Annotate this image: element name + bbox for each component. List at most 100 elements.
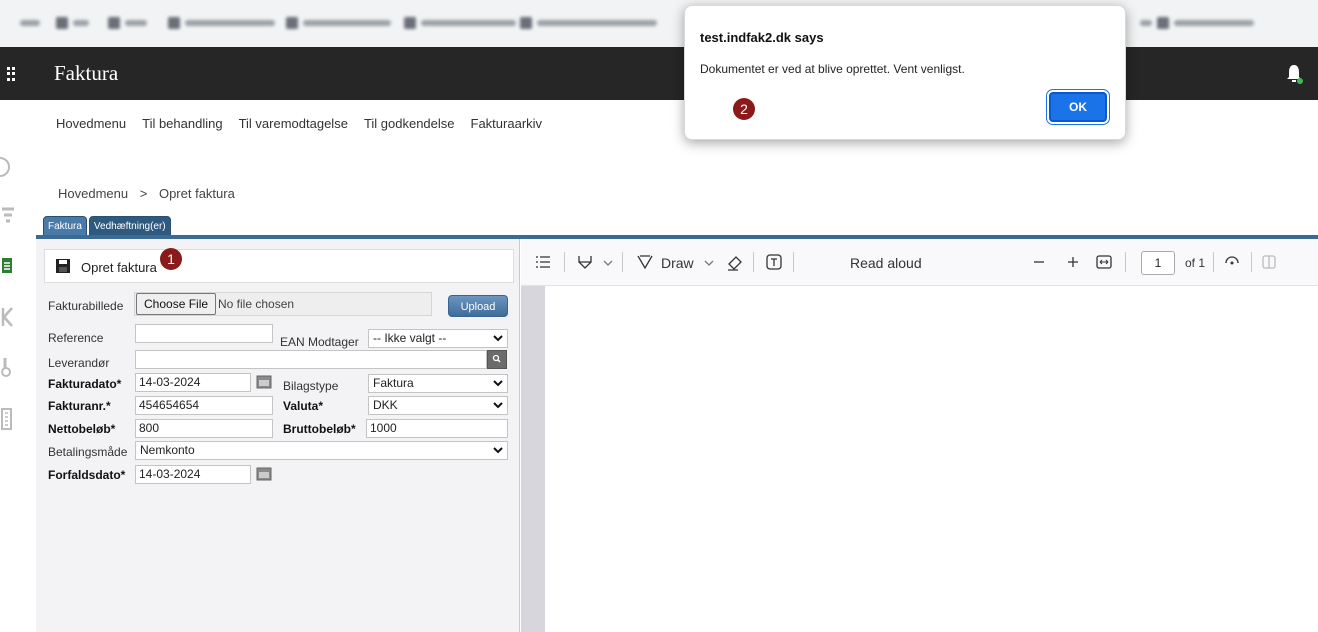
step-marker-1: 1: [160, 248, 182, 270]
chevron-down-icon: [493, 380, 503, 387]
reference-label: Reference: [48, 331, 104, 345]
panel-header: Opret faktura: [44, 249, 514, 283]
forfaldsdato-calendar-icon[interactable]: [256, 467, 272, 481]
toolbar-separator: [1213, 252, 1214, 272]
chevron-down-icon[interactable]: [704, 259, 714, 267]
toolbar-separator: [622, 252, 623, 272]
bookmark[interactable]: [56, 17, 89, 29]
page-number-input[interactable]: 1: [1141, 251, 1175, 275]
chevron-down-icon: [493, 335, 503, 342]
forfaldsdato-input[interactable]: 14-03-2024: [135, 465, 251, 484]
toolbar-separator: [1251, 252, 1252, 272]
zoom-out-icon[interactable]: [1033, 256, 1045, 268]
eraser-icon[interactable]: [726, 253, 744, 271]
bruttobelob-input[interactable]: 1000: [366, 419, 508, 438]
file-status-text: No file chosen: [218, 297, 295, 311]
text-box-icon[interactable]: [765, 253, 783, 271]
zoom-in-icon[interactable]: [1067, 256, 1079, 268]
page-count: of 1: [1185, 256, 1206, 270]
fakturadato-input[interactable]: 14-03-2024: [135, 373, 251, 392]
nettobelob-input[interactable]: 800: [135, 419, 273, 438]
upload-button[interactable]: Upload: [448, 295, 508, 317]
bookmark[interactable]: [108, 17, 147, 29]
betalingsmade-label: Betalingsmåde: [48, 445, 128, 459]
pdf-scroll-gutter: [521, 286, 545, 632]
bilagstype-select-value: Faktura: [373, 376, 414, 390]
choose-file-button[interactable]: Choose File: [136, 293, 217, 315]
fakturanr-input[interactable]: 454654654: [135, 396, 273, 415]
bookmark[interactable]: [520, 17, 657, 29]
ok-button[interactable]: OK: [1049, 92, 1107, 122]
read-aloud-button[interactable]: Read aloud: [850, 255, 922, 271]
bookmark[interactable]: [286, 17, 391, 29]
highlight-icon[interactable]: [577, 254, 593, 270]
nav-til-varemodtagelse[interactable]: Til varemodtagelse: [239, 116, 348, 131]
pdf-toolbar: Draw Read aloud 1 of 1: [521, 239, 1318, 286]
ean-label: EAN Modtager: [280, 335, 359, 349]
rotate-icon[interactable]: [1223, 253, 1241, 271]
forfaldsdato-label: Forfaldsdato*: [48, 468, 126, 482]
panel-title: Opret faktura: [81, 260, 157, 275]
apps-grid-icon[interactable]: [7, 67, 15, 81]
leverandor-search-button[interactable]: [487, 350, 507, 369]
step-marker-2: 2: [733, 98, 755, 120]
ean-select-value: -- Ikke valgt --: [373, 331, 447, 345]
nav-hovedmenu[interactable]: Hovedmenu: [56, 116, 126, 131]
toolbar-separator: [564, 252, 565, 272]
notification-bell-icon[interactable]: [1284, 62, 1304, 86]
toolbar-separator: [753, 252, 754, 272]
nav-til-behandling[interactable]: Til behandling: [142, 116, 222, 131]
ean-select[interactable]: -- Ikke valgt --: [368, 329, 508, 348]
draw-label[interactable]: Draw: [661, 255, 694, 271]
sidebar-document-icon[interactable]: [0, 255, 30, 277]
alert-dialog: test.indfak2.dk says Dokumentet er ved a…: [684, 5, 1126, 140]
app-title: Faktura: [54, 61, 119, 85]
betalingsmade-select-value: Nemkonto: [140, 443, 195, 457]
leverandor-input[interactable]: [135, 350, 487, 369]
dialog-message: Dokumentet er ved at blive oprettet. Ven…: [700, 62, 965, 76]
draw-icon[interactable]: [637, 254, 653, 270]
bruttobelob-label: Bruttobeløb*: [283, 422, 356, 436]
bookmark[interactable]: [404, 17, 516, 29]
breadcrumb-home[interactable]: Hovedmenu: [58, 186, 128, 201]
tab-bar: Faktura Vedhæftning(er): [43, 216, 171, 236]
main-nav: Hovedmenu Til behandling Til varemodtage…: [56, 116, 558, 131]
page-view-icon[interactable]: [1261, 254, 1277, 270]
sidebar-key-icon[interactable]: [0, 356, 30, 378]
valuta-select[interactable]: DKK: [368, 396, 508, 415]
toolbar-separator: [1125, 252, 1126, 272]
save-icon: [56, 259, 70, 273]
sidebar-k-icon[interactable]: [0, 306, 30, 328]
chevron-down-icon: [493, 447, 503, 454]
contents-list-icon[interactable]: [535, 255, 551, 269]
breadcrumb-separator: >: [139, 186, 148, 201]
invoice-form-panel: Opret faktura 1 Fakturabillede Choose Fi…: [36, 239, 520, 632]
fakturadato-label: Fakturadato*: [48, 377, 122, 391]
bilagstype-label: Bilagstype: [283, 379, 339, 393]
valuta-label: Valuta*: [283, 399, 324, 413]
nav-til-godkendelse[interactable]: Til godkendelse: [364, 116, 455, 131]
bookmark[interactable]: [168, 17, 275, 29]
leverandor-label: Leverandør: [48, 356, 110, 370]
fakturadato-calendar-icon[interactable]: [256, 375, 272, 389]
chevron-down-icon[interactable]: [603, 259, 613, 267]
tab-vedhaeftninger[interactable]: Vedhæftning(er): [88, 216, 171, 236]
dialog-title: test.indfak2.dk says: [700, 30, 824, 45]
bookmark[interactable]: [1140, 17, 1254, 29]
fit-width-icon[interactable]: [1096, 255, 1112, 269]
tab-faktura[interactable]: Faktura: [43, 216, 87, 236]
sidebar-building-icon[interactable]: [0, 408, 30, 430]
nav-fakturaarkiv[interactable]: Fakturaarkiv: [471, 116, 543, 131]
valuta-select-value: DKK: [373, 398, 398, 412]
bilagstype-select[interactable]: Faktura: [368, 374, 508, 393]
sidebar-clock-icon[interactable]: [0, 156, 30, 178]
reference-input[interactable]: [135, 324, 273, 343]
chevron-down-icon: [493, 402, 503, 409]
sidebar-funnel-icon[interactable]: [0, 206, 30, 228]
bookmark[interactable]: [20, 17, 40, 29]
search-icon: [492, 354, 501, 363]
breadcrumb-current: Opret faktura: [158, 186, 235, 201]
fakturabillede-label: Fakturabillede: [48, 299, 124, 313]
betalingsmade-select[interactable]: Nemkonto: [135, 441, 508, 460]
fakturanr-label: Fakturanr.*: [48, 399, 111, 413]
